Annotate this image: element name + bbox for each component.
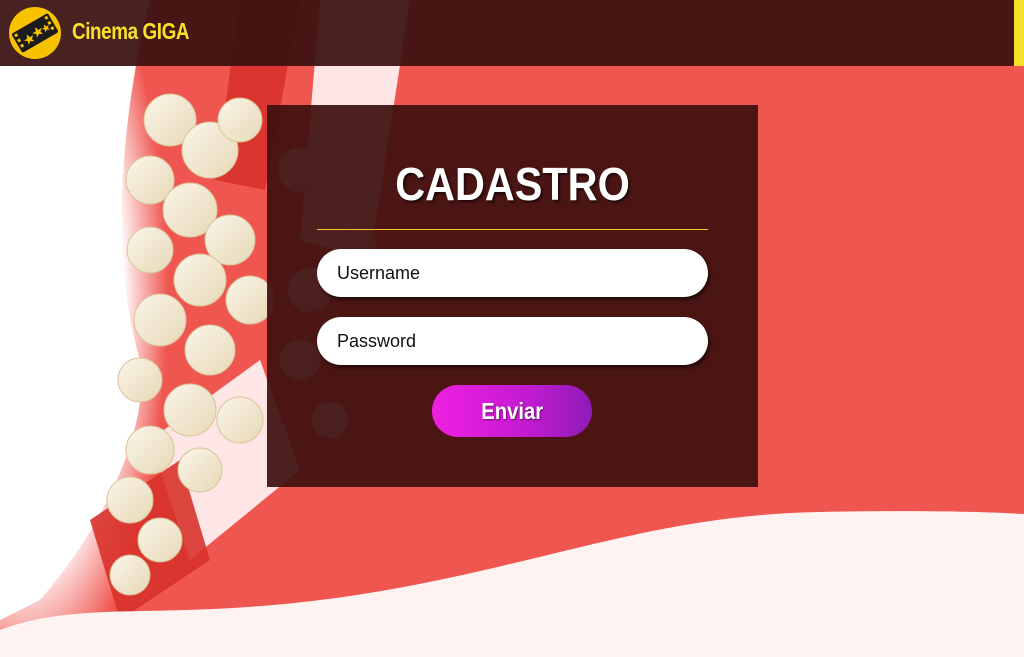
password-input[interactable] [317, 317, 708, 365]
film-ticket-icon[interactable] [8, 6, 62, 60]
brand-title[interactable]: Cinema GIGA [72, 18, 189, 45]
title-divider [317, 229, 708, 230]
form-title: CADASTRO [395, 158, 630, 210]
username-input[interactable] [317, 249, 708, 297]
header-accent-bar [1014, 0, 1024, 66]
submit-button-label: Enviar [481, 397, 543, 424]
submit-button[interactable]: Enviar [432, 385, 592, 437]
register-card: CADASTRO Enviar [267, 105, 758, 487]
top-header: Cinema GIGA [0, 0, 1024, 66]
